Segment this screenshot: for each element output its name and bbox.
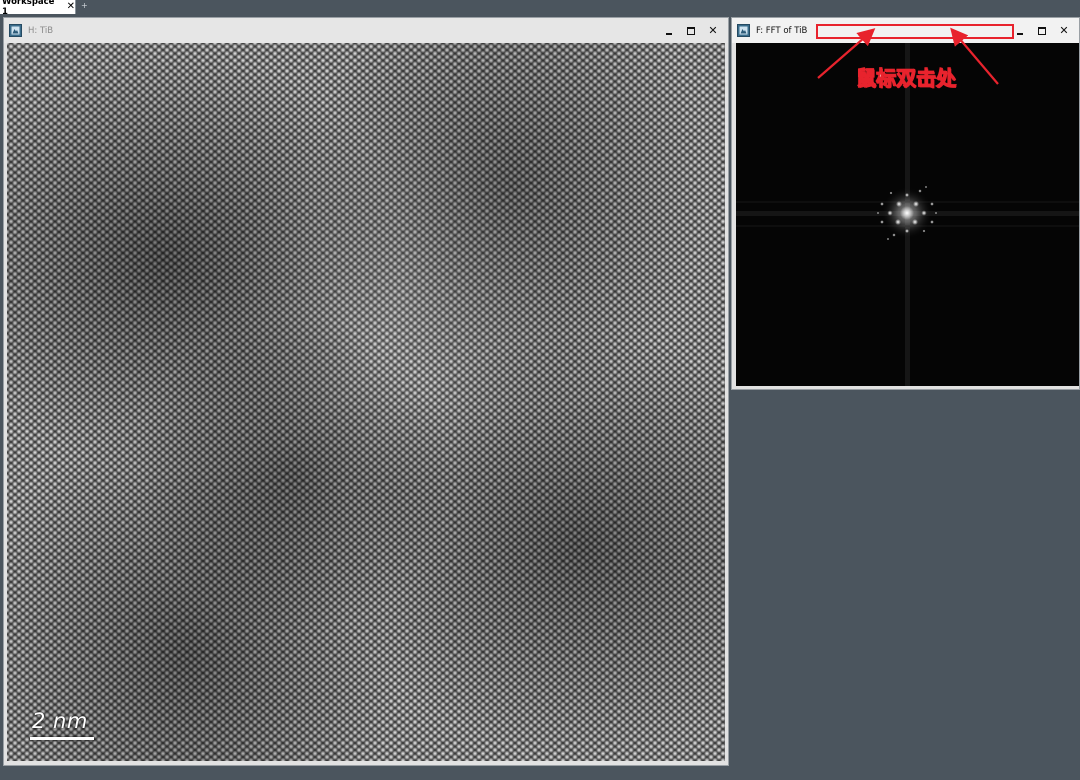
minimize-icon[interactable] — [658, 18, 680, 43]
window-title: H: TiB — [28, 25, 54, 36]
close-icon[interactable]: ✕ — [67, 2, 75, 12]
annotation-caption: 鼠标双击处 — [856, 66, 957, 91]
image-window-tib[interactable]: H: TiB ✕ 2 nm — [3, 17, 729, 766]
maximize-icon[interactable] — [680, 18, 702, 43]
app-image-icon — [737, 24, 750, 37]
window-controls: ✕ — [1009, 18, 1075, 43]
app-image-icon — [9, 24, 22, 37]
close-icon[interactable]: ✕ — [702, 18, 724, 43]
hrtem-image-canvas[interactable]: 2 nm — [7, 43, 725, 761]
workspace-tab-label: Workspace 1 — [2, 0, 55, 17]
fft-image-canvas[interactable] — [736, 43, 1079, 386]
image-contrast-overlay — [7, 43, 725, 761]
fft-pattern — [736, 43, 1079, 386]
window-titlebar[interactable]: F: FFT of TiB ✕ — [732, 18, 1079, 43]
scale-bar-label: 2 nm — [32, 709, 88, 733]
workspace-tab-strip: Workspace 1 ✕ + — [0, 0, 1080, 17]
window-titlebar[interactable]: H: TiB ✕ — [4, 18, 728, 43]
minimize-icon[interactable] — [1009, 18, 1031, 43]
add-tab-icon[interactable]: + — [81, 1, 88, 11]
window-controls: ✕ — [658, 18, 724, 43]
scale-bar-line — [30, 737, 94, 740]
scale-bar: 2 nm — [30, 710, 96, 740]
close-icon[interactable]: ✕ — [1053, 18, 1075, 43]
workspace-tab[interactable]: Workspace 1 ✕ — [0, 0, 76, 17]
maximize-icon[interactable] — [1031, 18, 1053, 43]
window-title: F: FFT of TiB — [756, 25, 808, 36]
double-click-highlight-box[interactable] — [816, 24, 1014, 39]
